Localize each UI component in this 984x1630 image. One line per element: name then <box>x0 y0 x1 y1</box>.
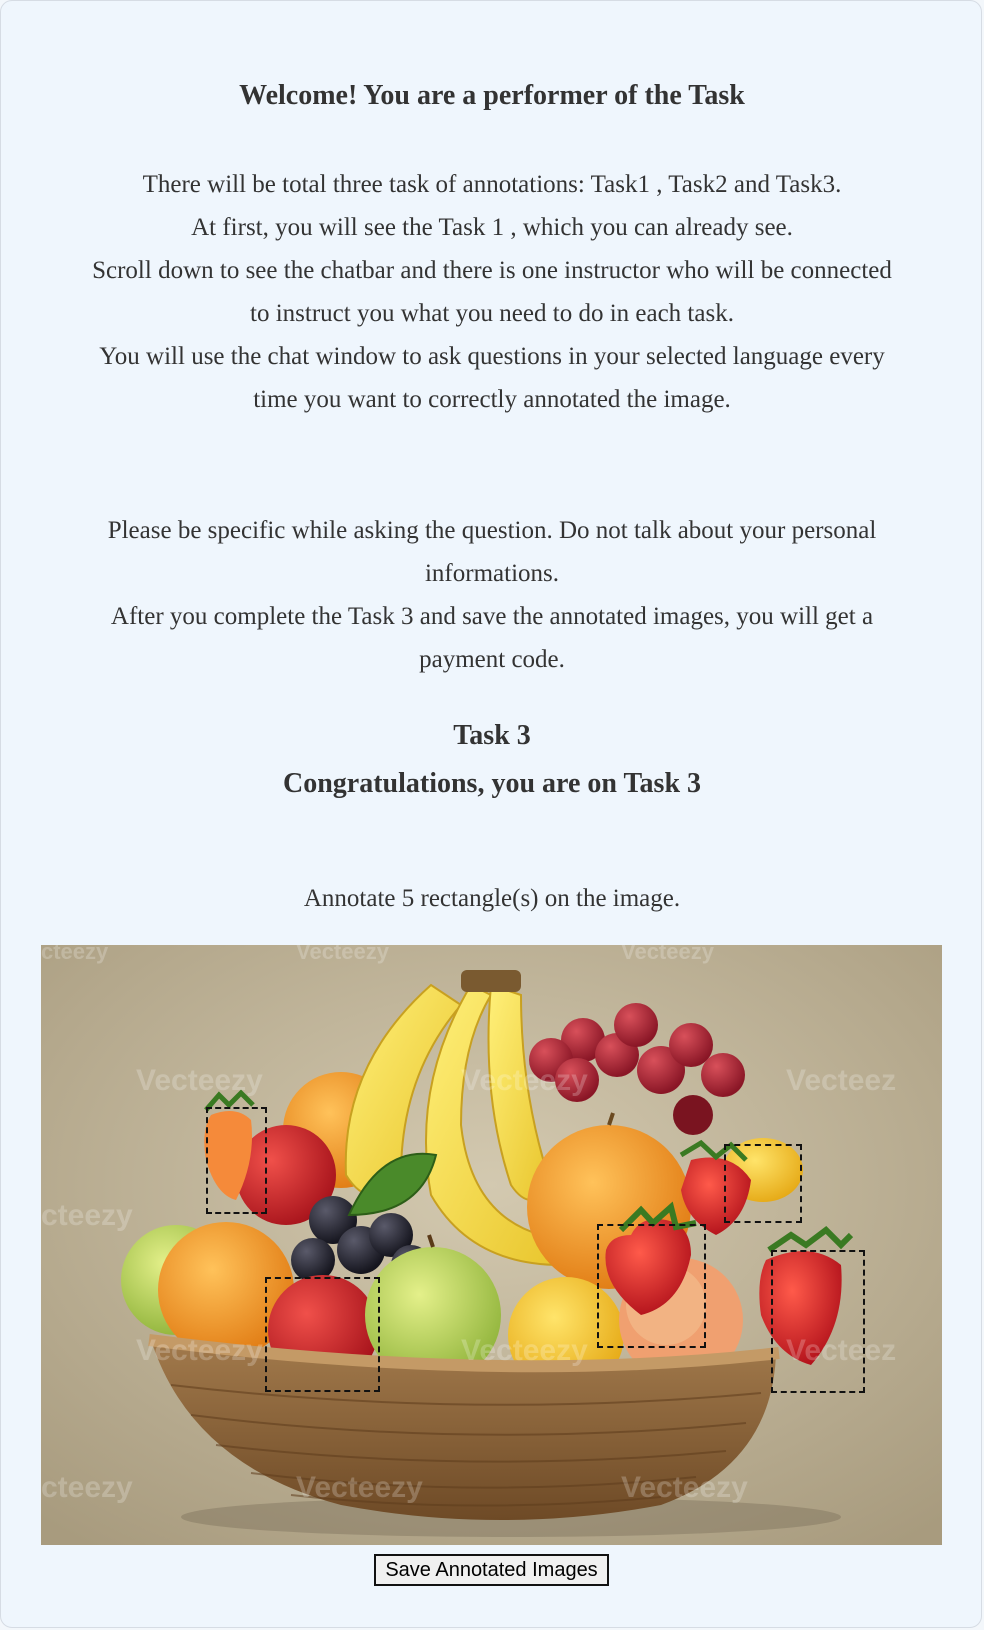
fruit-basket-image: cteezy Vecteezy Vecteezy Vecteezy Vectee… <box>41 945 942 1545</box>
svg-text:Vecteezy: Vecteezy <box>296 1471 423 1504</box>
annotation-box-3[interactable] <box>597 1224 706 1348</box>
svg-text:Vecteez: Vecteez <box>786 1064 896 1097</box>
intro-line-5: You will use the chat window to ask ques… <box>99 343 885 370</box>
notes-line-2: informations. <box>424 560 559 587</box>
svg-text:Vecteezy: Vecteezy <box>461 1334 588 1367</box>
task-congrats: Congratulations, you are on Task 3 <box>282 768 702 799</box>
annotation-box-1[interactable] <box>206 1107 267 1214</box>
page-title: Welcome! You are a performer of the Task <box>239 80 745 111</box>
svg-text:cteezy: cteezy <box>41 1199 133 1232</box>
svg-text:cteezy: cteezy <box>41 945 109 964</box>
task-title: Task 3 <box>453 720 531 751</box>
save-annotated-images-button[interactable]: Save Annotated Images <box>374 1554 609 1586</box>
annotation-box-5[interactable] <box>771 1250 865 1393</box>
svg-text:Vecteezy: Vecteezy <box>296 945 390 964</box>
annotation-box-2[interactable] <box>724 1144 802 1223</box>
notes-line-4: payment code. <box>419 646 565 673</box>
annotation-box-4[interactable] <box>265 1277 380 1392</box>
notes-line-1: Please be specific while asking the ques… <box>107 517 877 544</box>
svg-text:cteezy: cteezy <box>41 1471 133 1504</box>
svg-text:Vecteezy: Vecteezy <box>621 1471 748 1504</box>
intro-line-2: At first, you will see the Task 1 , whic… <box>191 214 793 241</box>
annotation-canvas[interactable]: cteezy Vecteezy Vecteezy Vecteezy Vectee… <box>41 945 942 1545</box>
svg-text:Vecteezy: Vecteezy <box>136 1064 263 1097</box>
intro-line-1: There will be total three task of annota… <box>142 171 842 198</box>
intro-line-4: to instruct you what you need to do in e… <box>250 300 734 327</box>
task-instruction: Annotate 5 rectangle(s) on the image. <box>303 885 681 912</box>
svg-text:Vecteezy: Vecteezy <box>461 1064 588 1097</box>
intro-line-3: Scroll down to see the chatbar and there… <box>92 257 892 284</box>
intro-line-6: time you want to correctly annotated the… <box>253 386 731 413</box>
notes-line-3: After you complete the Task 3 and save t… <box>110 603 874 630</box>
svg-text:Vecteezy: Vecteezy <box>621 945 715 964</box>
svg-text:Vecteezy: Vecteezy <box>136 1334 263 1367</box>
